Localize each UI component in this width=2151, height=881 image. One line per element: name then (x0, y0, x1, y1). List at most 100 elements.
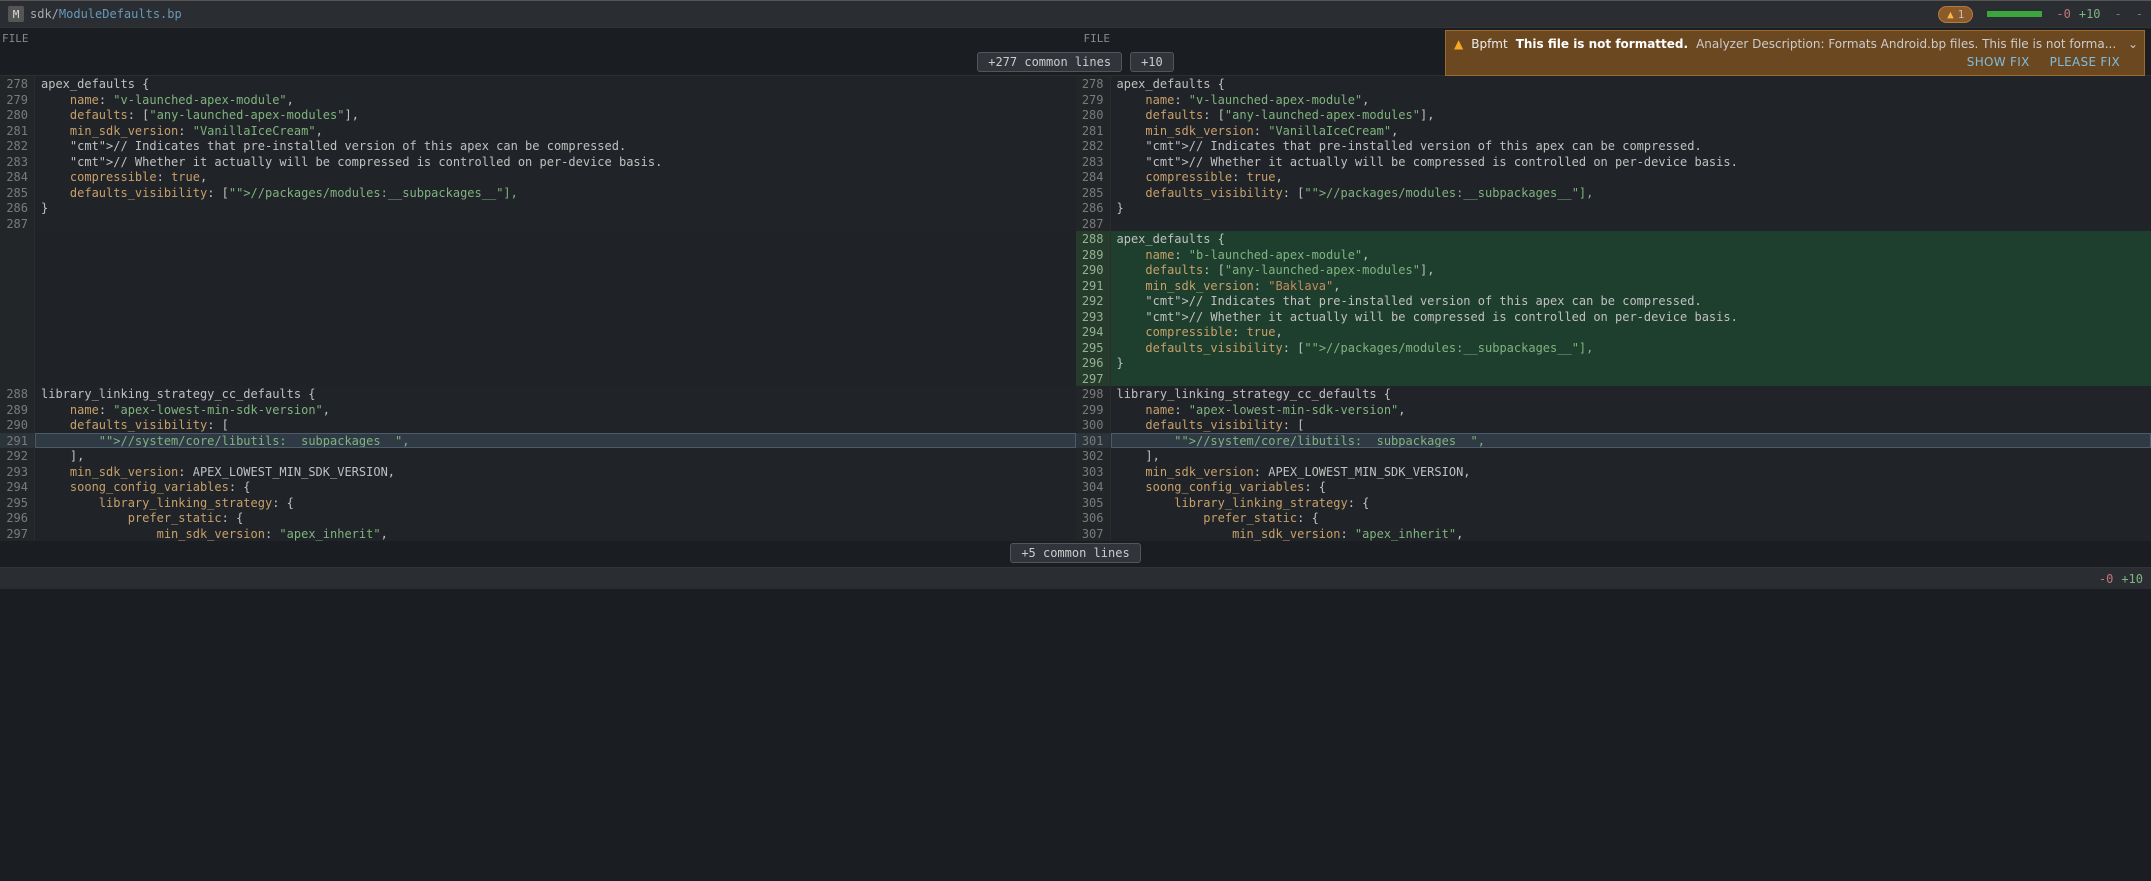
code-line[interactable]: min_sdk_version: "apex_inherit", (35, 526, 1076, 542)
code-line[interactable]: prefer_static: { (35, 510, 1076, 526)
show-fix-link[interactable]: SHOW FIX (1967, 55, 2030, 69)
line-number[interactable]: 283 (0, 154, 35, 170)
line-number[interactable] (0, 371, 35, 387)
line-number[interactable]: 285 (0, 185, 35, 201)
line-number[interactable]: 280 (1076, 107, 1111, 123)
code-line[interactable]: name: "apex-lowest-min-sdk-version", (35, 402, 1076, 418)
chevron-down-icon[interactable]: ⌄ (2128, 37, 2138, 51)
line-number[interactable]: 287 (1076, 216, 1111, 232)
code-line[interactable]: "cmt">// Indicates that pre-installed ve… (1111, 138, 2151, 154)
code-line[interactable]: soong_config_variables: { (1111, 479, 2151, 495)
line-number[interactable] (0, 355, 35, 371)
line-number[interactable]: 284 (0, 169, 35, 185)
line-number[interactable]: 299 (1076, 402, 1111, 418)
line-number[interactable]: 305 (1076, 495, 1111, 511)
code-line[interactable]: min_sdk_version: "VanillaIceCream", (1111, 123, 2151, 139)
line-number[interactable] (0, 293, 35, 309)
code-line[interactable]: name: "b-launched-apex-module", (1111, 247, 2151, 263)
code-line[interactable] (35, 324, 1076, 340)
line-number[interactable]: 289 (1076, 247, 1111, 263)
code-line[interactable]: name: "v-launched-apex-module", (35, 92, 1076, 108)
line-number[interactable]: 294 (1076, 324, 1111, 340)
code-line[interactable]: apex_defaults { (1111, 76, 2151, 92)
line-number[interactable]: 304 (1076, 479, 1111, 495)
line-number[interactable]: 283 (1076, 154, 1111, 170)
line-number[interactable]: 278 (1076, 76, 1111, 92)
code-line[interactable]: ], (35, 448, 1076, 464)
code-line[interactable]: prefer_static: { (1111, 510, 2151, 526)
code-line[interactable] (35, 309, 1076, 325)
added-lines-pill[interactable]: +10 (1130, 52, 1174, 72)
line-number[interactable]: 287 (0, 216, 35, 232)
line-number[interactable]: 281 (0, 123, 35, 139)
line-number[interactable]: 284 (1076, 169, 1111, 185)
line-number[interactable] (0, 247, 35, 263)
line-number[interactable]: 282 (0, 138, 35, 154)
line-number[interactable]: 289 (0, 402, 35, 418)
code-line[interactable]: apex_defaults { (1111, 231, 2151, 247)
code-line[interactable]: defaults_visibility: ["">//packages/modu… (35, 185, 1076, 201)
code-line[interactable]: "cmt">// Indicates that pre-installed ve… (35, 138, 1076, 154)
code-line[interactable]: library_linking_strategy: { (1111, 495, 2151, 511)
line-number[interactable]: 292 (0, 448, 35, 464)
line-number[interactable]: 297 (0, 526, 35, 542)
line-number[interactable]: 290 (1076, 262, 1111, 278)
line-number[interactable]: 295 (1076, 340, 1111, 356)
warning-badge[interactable]: ▲ 1 (1938, 6, 1973, 23)
line-number[interactable]: 285 (1076, 185, 1111, 201)
line-number[interactable] (0, 278, 35, 294)
code-line[interactable]: name: "apex-lowest-min-sdk-version", (1111, 402, 2151, 418)
line-number[interactable]: 303 (1076, 464, 1111, 480)
line-number[interactable]: 286 (1076, 200, 1111, 216)
line-number[interactable]: 288 (0, 386, 35, 402)
line-number[interactable] (0, 262, 35, 278)
code-line[interactable]: "">//system/core/libutils:__subpackages_… (1111, 433, 2151, 449)
line-number[interactable] (0, 231, 35, 247)
code-line[interactable] (35, 278, 1076, 294)
line-number[interactable]: 279 (1076, 92, 1111, 108)
code-line[interactable] (35, 340, 1076, 356)
line-number[interactable] (0, 340, 35, 356)
code-line[interactable]: library_linking_strategy: { (35, 495, 1076, 511)
code-line[interactable]: "">//system/core/libutils:__subpackages_… (35, 433, 1076, 449)
code-line[interactable] (35, 293, 1076, 309)
code-line[interactable]: library_linking_strategy_cc_defaults { (35, 386, 1076, 402)
code-line[interactable]: defaults: ["any-launched-apex-modules"], (1111, 107, 2151, 123)
code-line[interactable]: compressible: true, (35, 169, 1076, 185)
code-line[interactable] (35, 355, 1076, 371)
line-number[interactable]: 296 (0, 510, 35, 526)
line-number[interactable]: 293 (0, 464, 35, 480)
code-line[interactable]: apex_defaults { (35, 76, 1076, 92)
line-number[interactable] (0, 309, 35, 325)
line-number[interactable] (0, 324, 35, 340)
code-line[interactable]: compressible: true, (1111, 169, 2151, 185)
line-number[interactable]: 291 (0, 433, 35, 449)
line-number[interactable]: 293 (1076, 309, 1111, 325)
code-line[interactable]: "cmt">// Whether it actually will be com… (35, 154, 1076, 170)
common-lines-pill[interactable]: +5 common lines (1010, 543, 1140, 563)
code-line[interactable]: defaults: ["any-launched-apex-modules"], (35, 107, 1076, 123)
line-number[interactable]: 295 (0, 495, 35, 511)
diff-view[interactable]: 278apex_defaults {278apex_defaults {279 … (0, 76, 2151, 541)
line-number[interactable]: 294 (0, 479, 35, 495)
line-number[interactable]: 280 (0, 107, 35, 123)
code-line[interactable]: defaults_visibility: [ (35, 417, 1076, 433)
code-line[interactable]: defaults_visibility: ["">//packages/modu… (1111, 340, 2151, 356)
line-number[interactable]: 297 (1076, 371, 1111, 387)
line-number[interactable]: 288 (1076, 231, 1111, 247)
line-number[interactable]: 279 (0, 92, 35, 108)
code-line[interactable] (35, 371, 1076, 387)
code-line[interactable]: "cmt">// Indicates that pre-installed ve… (1111, 293, 2151, 309)
code-line[interactable]: min_sdk_version: APEX_LOWEST_MIN_SDK_VER… (1111, 464, 2151, 480)
code-line[interactable] (35, 231, 1076, 247)
line-number[interactable]: 298 (1076, 386, 1111, 402)
code-line[interactable]: soong_config_variables: { (35, 479, 1076, 495)
code-line[interactable]: } (1111, 200, 2151, 216)
code-line[interactable]: defaults_visibility: ["">//packages/modu… (1111, 185, 2151, 201)
line-number[interactable]: 281 (1076, 123, 1111, 139)
line-number[interactable]: 301 (1076, 433, 1111, 449)
code-line[interactable]: "cmt">// Whether it actually will be com… (1111, 309, 2151, 325)
line-number[interactable]: 278 (0, 76, 35, 92)
line-number[interactable]: 306 (1076, 510, 1111, 526)
code-line[interactable]: min_sdk_version: "apex_inherit", (1111, 526, 2151, 542)
